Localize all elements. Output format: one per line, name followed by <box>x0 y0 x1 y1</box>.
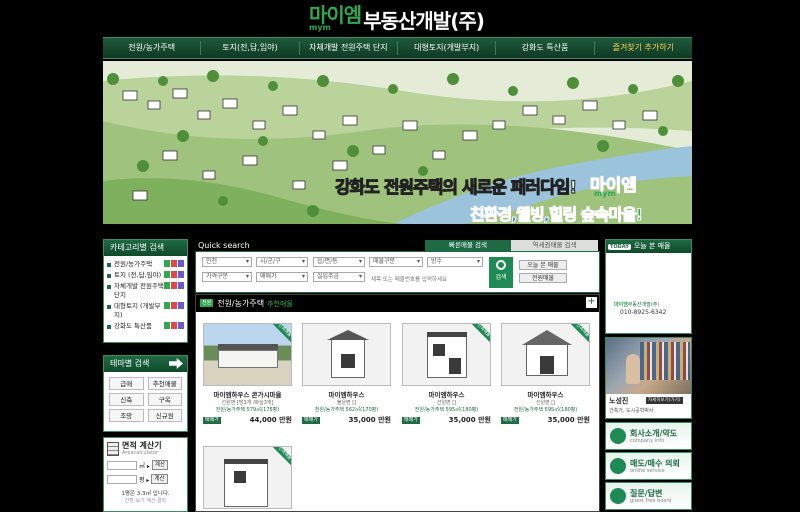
logo-company-name: 부동산개발(주) <box>363 8 485 33</box>
town-select[interactable]: 읍/면/동 <box>313 257 365 267</box>
listing-card[interactable]: 마이엠하우스 불은면 [] 전원/농가주택 562㎡(170평) 매매가 35,0… <box>302 323 391 425</box>
category-item-land[interactable]: 토지 (전,답,임야) <box>107 271 184 280</box>
listing-card[interactable]: 신축매물 마이엠하우스 선원면 [] 전원/농가주택 595㎡(180평) 매매… <box>402 323 491 425</box>
listing-type-select[interactable]: 매물구분 <box>369 257 423 267</box>
page: 마이엠 mym 부동산개발(주) 전원/농가주택 토지(전,답,임야) 자체개발… <box>0 0 800 512</box>
m2-input[interactable] <box>107 460 137 470</box>
hero-banner: 강화도 전원주택의 새로운 패러다임! 마이엠 mym 친환경,웰빙,힐링 숲속… <box>103 61 692 224</box>
agent-name: 노성진 <box>609 397 629 405</box>
document-icon <box>610 458 626 474</box>
theme-old-button[interactable]: 구옥 <box>147 393 182 406</box>
country-listing-button[interactable]: 전원매물 <box>519 273 567 283</box>
listing-card[interactable]: 신축매물 마이엠하우스 콘가시마을 선원면 [방3개 /화실3개] 전원/농가주… <box>203 323 292 425</box>
arrow-right-icon <box>169 358 183 369</box>
category-item-specialty[interactable]: 강화도 특산품 <box>107 322 184 331</box>
banner-tagline: 친환경,웰빙,힐링 숲속마을! <box>469 205 643 225</box>
listing-name: 마이엠하우스 <box>527 391 564 399</box>
calc-pyeong-button[interactable]: 계산 <box>151 474 168 484</box>
area-calculator: 면적 계산기 Areacalculator ㎡ ▸ 계산 평 ▸ 계산 1평은 … <box>103 437 188 512</box>
nav-item-country-house[interactable]: 전원/농가주택 <box>103 41 202 55</box>
pyeong-input[interactable] <box>107 474 137 484</box>
village-illustration <box>103 61 692 224</box>
more-button[interactable]: + <box>586 297 597 308</box>
nav-item-land[interactable]: 토지(전,답,임야) <box>201 41 300 55</box>
agent-profile: 노성진 자세히보기(가기) 건축가, 도시공학박사 <box>605 337 692 419</box>
agent-detail-button[interactable]: 자세히보기(가기) <box>646 397 683 404</box>
listing-photo: 신축매물 <box>402 323 491 386</box>
listing-price: 44,000 만원 <box>249 416 292 424</box>
theme-view-button[interactable]: 조망 <box>109 409 144 422</box>
calc-m2-button[interactable]: 계산 <box>151 460 169 470</box>
theme-search-box: 테마별 검색 급매 추천매물 신축 구옥 조망 신규원 <box>103 355 188 432</box>
agent-photo <box>606 338 691 394</box>
qna-button[interactable]: 질문/답변 guest free board <box>605 482 692 510</box>
listing-price: 35,000 만원 <box>448 416 491 424</box>
calculator-icon <box>107 441 119 456</box>
new-listing-ribbon: 신축매물 <box>269 447 291 469</box>
nav-item-large-land[interactable]: 대형토지(개발부지) <box>398 41 497 55</box>
region-select[interactable]: 인천 <box>202 257 252 267</box>
sale-price-select[interactable]: 매매가 <box>256 272 308 282</box>
category-item-own-development[interactable]: 자체개발 전원주택단지 <box>107 282 184 300</box>
search-hint[interactable]: 제목 또는 매물번호를 입력하세요 <box>371 275 447 283</box>
listing-photo: 신축매물 <box>203 446 292 509</box>
listing-card[interactable]: 신축매물 <box>203 446 292 509</box>
listing-price: 35,000 만원 <box>547 416 590 424</box>
city-select[interactable]: 시/군/구 <box>256 257 308 267</box>
listing-price: 35,000 만원 <box>348 416 391 424</box>
listing-photo <box>302 323 391 386</box>
price-type-select[interactable]: 가격구분 <box>202 272 252 282</box>
nav-item-own-development[interactable]: 자체개발 전원주택 단지 <box>300 41 398 55</box>
today-company[interactable]: 마이엠부동산개발(주) <box>614 301 659 308</box>
nav-item-bookmark[interactable]: 즐겨찾기 추가하기 <box>595 41 692 55</box>
listing-photo: 신축매물 <box>501 323 590 386</box>
listing-name: 마이엠하우스 <box>428 391 465 399</box>
tab-station-listing[interactable]: 역세권매물 검색 <box>511 240 598 251</box>
category-item-country-house[interactable]: 전원/농가주택 <box>107 260 184 269</box>
nav-item-specialty[interactable]: 강화도 특산품 <box>496 41 595 55</box>
listing-name: 마이엠하우스 콘가시마을 <box>213 391 282 399</box>
new-listing-ribbon: 신축매물 <box>468 324 490 346</box>
theme-recommend-button[interactable]: 추천매물 <box>147 377 182 390</box>
theme-search-title: 테마별 검색 <box>104 356 187 372</box>
category-item-large-land[interactable]: 대형토지 (개발부지) <box>107 302 184 320</box>
quick-search: Quick search 빠른매물 검색 역세권매물 검색 인천 시/군/구 읍… <box>195 239 600 293</box>
chat-icon <box>610 488 626 504</box>
site-logo[interactable]: 마이엠 mym 부동산개발(주) <box>309 3 485 34</box>
theme-new-listing-button[interactable]: 신규원 <box>147 409 182 422</box>
quick-search-title: Quick search <box>198 241 250 250</box>
move-in-price-select[interactable]: 실입주금 <box>313 272 365 282</box>
category-search-title: 카테고리별 검색 <box>104 240 187 256</box>
recommended-listings: 전원 전원/농가주택 추천매물 + 신축매물 마이엠하우스 콘가시마을 선원면 [방… <box>195 294 600 512</box>
listing-header: 전원 전원/농가주택 추천매물 + <box>196 295 599 312</box>
today-viewed-button[interactable]: 오늘 본 매물 <box>519 260 567 270</box>
today-viewed-box: TODAY 오늘 본 매물 마이엠부동산개발(주) 010-8925-6342 <box>605 239 692 334</box>
search-button[interactable]: 검색 <box>489 257 513 288</box>
theme-new-button[interactable]: 신축 <box>109 393 144 406</box>
listing-card[interactable]: 신축매물 마이엠하우스 선원면 [] 전원/농가주택 595㎡(180평) 매매… <box>501 323 590 425</box>
sale-request-button[interactable]: 매도/매수 의뢰 online service <box>605 452 692 480</box>
banner-brand: 마이엠 mym <box>590 176 638 199</box>
main-nav: 전원/농가주택 토지(전,답,임야) 자체개발 전원주택 단지 대형토지(개발부… <box>103 37 692 59</box>
theme-urgent-button[interactable]: 급매 <box>109 377 144 390</box>
logo-brand: 마이엠 mym <box>309 3 362 32</box>
phone-number: 010-8925-6342 <box>620 309 667 316</box>
banner-slogan: 강화도 전원주택의 새로운 패러다임! <box>334 178 577 199</box>
rooms-select[interactable]: 방수 <box>427 257 483 267</box>
company-info-button[interactable]: 회사소개/약도 company info <box>605 422 692 450</box>
tab-quick-listing[interactable]: 빠른매물 검색 <box>425 240 511 251</box>
agent-role: 건축가, 도시공학박사 <box>609 408 654 414</box>
today-viewed-title: TODAY 오늘 본 매물 <box>606 240 691 253</box>
listing-name: 마이엠하우스 <box>328 391 365 399</box>
new-listing-ribbon: 신축매물 <box>269 324 291 346</box>
listing-photo: 신축매물 <box>203 323 292 386</box>
category-search-box: 카테고리별 검색 전원/농가주택 토지 (전,답,임야) 자체개발 전원주택단지… <box>103 239 188 343</box>
building-icon <box>610 428 626 444</box>
search-icon <box>496 260 506 270</box>
listing-title: 전원/농가주택 <box>217 299 265 308</box>
